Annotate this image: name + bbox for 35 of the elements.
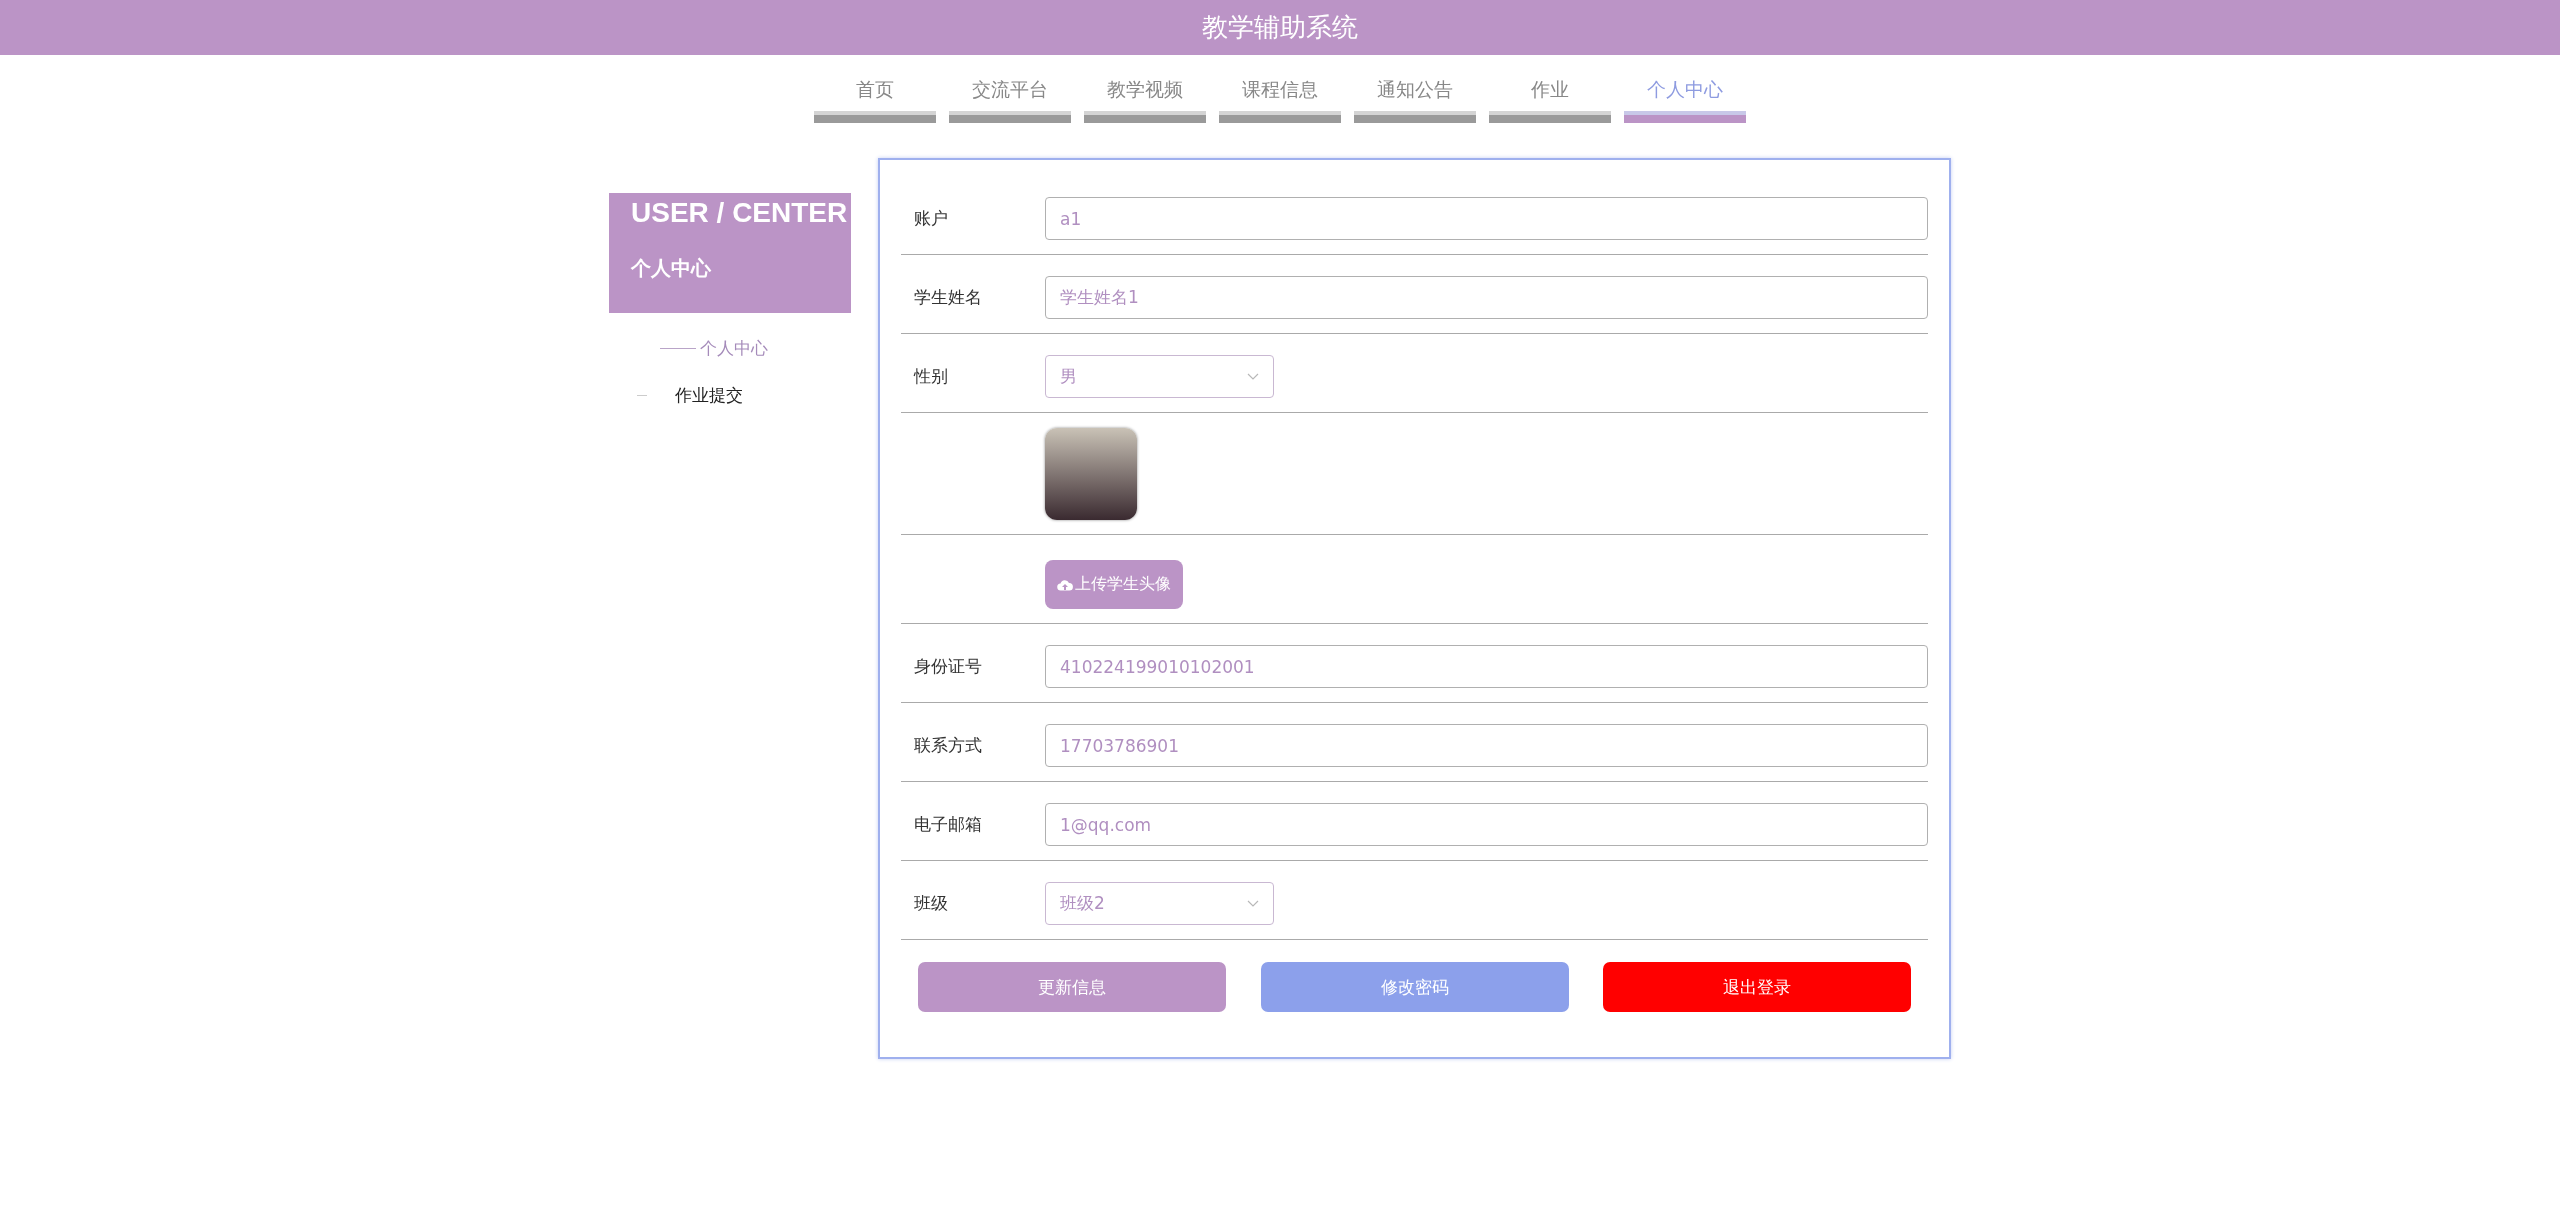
sidebar-item[interactable]: 个人中心 — [700, 337, 768, 360]
field-label: 联系方式 — [913, 734, 983, 757]
chevron-down-icon — [1247, 372, 1259, 381]
upload-button[interactable]: 上传学生头像 — [1045, 560, 1183, 609]
sidebar-title: USER / CENTER — [631, 197, 848, 229]
action-button[interactable]: 修改密码 — [1260, 962, 1569, 1012]
nav-tab[interactable]: 个人中心 — [1624, 77, 1746, 123]
field-label: 班级 — [913, 892, 949, 915]
field-label: 账户 — [913, 207, 949, 230]
select-field[interactable]: 班级2 — [1045, 882, 1274, 925]
select-field[interactable]: 男 — [1045, 355, 1274, 398]
nav-tab[interactable]: 交流平台 — [949, 77, 1071, 123]
action-button[interactable]: 更新信息 — [918, 962, 1226, 1012]
nav-tab[interactable]: 通知公告 — [1354, 77, 1476, 123]
sidebar-item[interactable]: 作业提交 — [675, 384, 743, 407]
action-button[interactable]: 退出登录 — [1603, 962, 1911, 1012]
chevron-down-icon — [1247, 899, 1259, 908]
nav-tab[interactable]: 课程信息 — [1219, 77, 1341, 123]
nav-tab[interactable]: 首页 — [814, 77, 936, 123]
input-field[interactable]: 410224199010102001 — [1045, 645, 1928, 688]
sidebar-subtitle: 个人中心 — [631, 255, 712, 282]
field-label: 电子邮箱 — [913, 813, 983, 836]
cloud-upload-icon — [1057, 578, 1073, 591]
input-field[interactable]: 1@qq.com — [1045, 803, 1928, 846]
input-field[interactable]: 17703786901 — [1045, 724, 1928, 767]
input-field[interactable]: a1 — [1045, 197, 1928, 240]
field-label: 身份证号 — [913, 655, 983, 678]
nav-tab[interactable]: 作业 — [1489, 77, 1611, 123]
dash-icon — [660, 348, 696, 349]
site-title: 教学辅助系统 — [1202, 11, 1358, 44]
field-label: 性别 — [912, 365, 949, 388]
dash-icon — [637, 395, 647, 396]
input-field[interactable]: 学生姓名1 — [1045, 276, 1928, 319]
nav-tab[interactable]: 教学视频 — [1084, 77, 1206, 123]
field-label: 学生姓名 — [913, 286, 983, 309]
